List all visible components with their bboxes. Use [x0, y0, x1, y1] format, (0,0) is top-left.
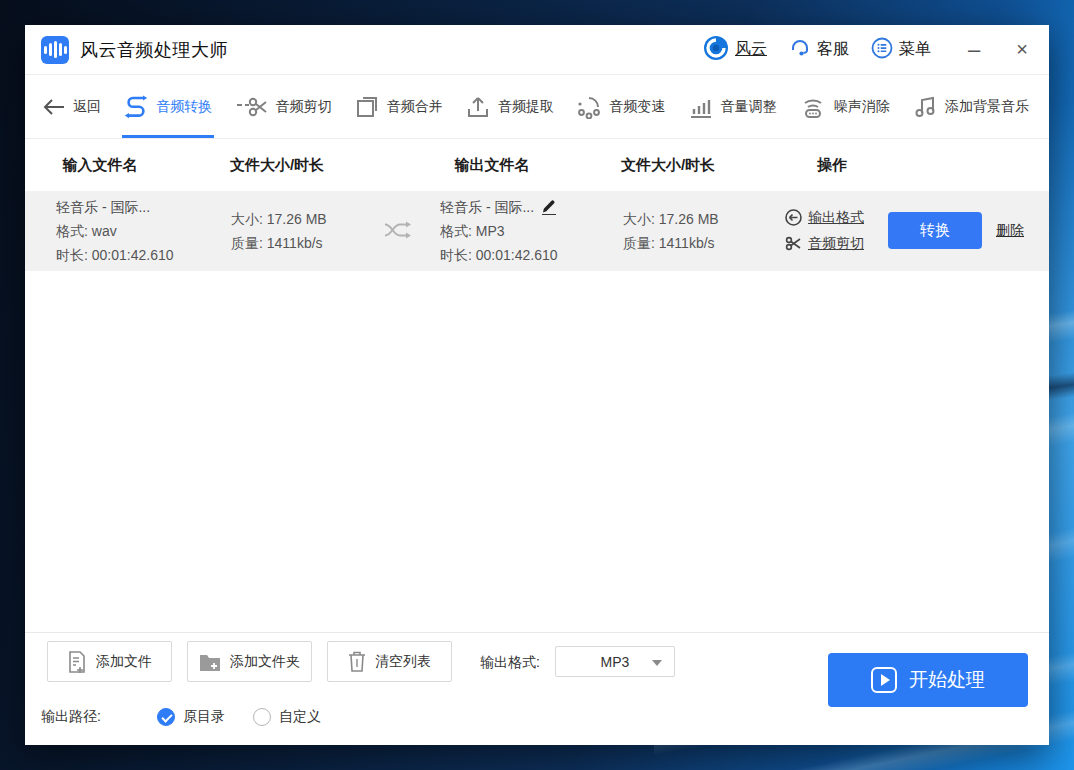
- tab-audio-speed[interactable]: 音频变速: [577, 75, 665, 138]
- add-folder-icon: [199, 652, 221, 672]
- col-output-name: 输出文件名: [455, 156, 530, 175]
- minimize-button[interactable]: –: [961, 37, 987, 63]
- brand-label: 风云: [735, 39, 767, 60]
- cut-icon: [785, 235, 802, 252]
- back-arrow-icon: [43, 99, 65, 115]
- edit-name-icon[interactable]: [542, 200, 556, 215]
- file-row: 轻音乐 - 国际... 格式: wav 时长: 00:01:42.610 大小:…: [25, 191, 1049, 271]
- input-size-info: 大小: 17.26 MB 质量: 1411kb/s: [231, 207, 327, 255]
- output-file-info: 轻音乐 - 国际... 格式: MP3 时长: 00:01:42.610: [440, 195, 558, 267]
- start-process-button[interactable]: 开始处理: [828, 653, 1028, 707]
- delete-link[interactable]: 删除: [996, 222, 1024, 240]
- brand-logo-icon: [703, 35, 729, 65]
- audio-cut-link[interactable]: 音频剪切: [785, 230, 864, 256]
- radio-icon: [253, 708, 271, 726]
- titlebar: 风云音频处理大师 风云 客服: [25, 25, 1049, 75]
- tab-audio-extract[interactable]: 音频提取: [466, 75, 554, 138]
- menu-label: 菜单: [899, 39, 931, 60]
- output-format-label: 输出格式:: [480, 654, 540, 672]
- col-input-name: 输入文件名: [63, 156, 138, 175]
- audio-merge-icon: [355, 95, 379, 119]
- radio-icon: [157, 708, 175, 726]
- table-header: 输入文件名 文件大小/时长 输出文件名 文件大小/时长 操作: [25, 139, 1049, 191]
- support-label: 客服: [817, 39, 849, 60]
- add-folder-button[interactable]: 添加文件夹: [187, 641, 312, 682]
- close-button[interactable]: ×: [1009, 38, 1035, 61]
- output-format-select[interactable]: MP3: [555, 646, 675, 677]
- noise-remove-icon: [800, 95, 826, 119]
- app-window: 风云音频处理大师 风云 客服: [25, 25, 1049, 745]
- chevron-down-icon: [652, 660, 662, 666]
- app-logo-icon: [41, 36, 69, 64]
- radio-custom-dir[interactable]: 自定义: [253, 708, 321, 726]
- tab-audio-cut[interactable]: 音频剪切: [236, 75, 332, 138]
- input-file-info: 轻音乐 - 国际... 格式: wav 时长: 00:01:42.610: [56, 195, 174, 267]
- col-actions: 操作: [817, 156, 847, 175]
- tab-audio-merge[interactable]: 音频合并: [355, 75, 443, 138]
- add-bg-music-icon: [913, 95, 937, 119]
- output-path-label: 输出路径:: [41, 708, 101, 726]
- menu-button[interactable]: 菜单: [871, 37, 931, 63]
- radio-original-dir[interactable]: 原目录: [157, 708, 225, 726]
- tab-volume-adjust[interactable]: 音量调整: [689, 75, 777, 138]
- audio-cut-icon: [236, 95, 268, 119]
- audio-convert-icon: [124, 95, 148, 119]
- menu-icon: [871, 37, 893, 63]
- clear-list-button[interactable]: 清空列表: [327, 641, 452, 682]
- col-output-size: 文件大小/时长: [621, 156, 715, 175]
- tab-back[interactable]: 返回: [43, 75, 101, 138]
- output-size-info: 大小: 17.26 MB 质量: 1411kb/s: [623, 207, 719, 255]
- bottom-toolbar: 添加文件 添加文件夹 清空列表 输出格式: MP3 开始处理 输出路径:: [25, 633, 1049, 745]
- output-format-icon: [785, 209, 802, 226]
- file-list-empty-area: [25, 271, 1049, 633]
- headset-icon: [789, 37, 811, 63]
- tab-audio-convert[interactable]: 音频转换: [124, 75, 212, 138]
- shuffle-icon: [383, 218, 413, 249]
- desktop-background: 风云音频处理大师 风云 客服: [0, 0, 1074, 770]
- tabbar: 返回 音频转换 音频剪切 音频合并 音频提取 音频变速: [25, 75, 1049, 139]
- output-path-row: 输出路径: 原目录 自定义: [41, 708, 321, 726]
- audio-speed-icon: [577, 95, 601, 119]
- col-input-size: 文件大小/时长: [230, 156, 324, 175]
- play-icon: [871, 667, 897, 693]
- trash-icon: [348, 651, 366, 672]
- convert-button[interactable]: 转换: [888, 212, 982, 249]
- row-actions: 输出格式 音频剪切: [785, 204, 864, 256]
- support-button[interactable]: 客服: [789, 37, 849, 63]
- app-title: 风云音频处理大师: [80, 38, 228, 62]
- add-file-button[interactable]: 添加文件: [47, 641, 172, 682]
- audio-extract-icon: [466, 95, 490, 119]
- output-format-link[interactable]: 输出格式: [785, 204, 864, 230]
- add-file-icon: [67, 651, 87, 673]
- tab-noise-remove[interactable]: 噪声消除: [800, 75, 890, 138]
- brand-button[interactable]: 风云: [703, 35, 767, 65]
- tab-add-bg-music[interactable]: 添加背景音乐: [913, 75, 1029, 138]
- volume-adjust-icon: [689, 95, 713, 119]
